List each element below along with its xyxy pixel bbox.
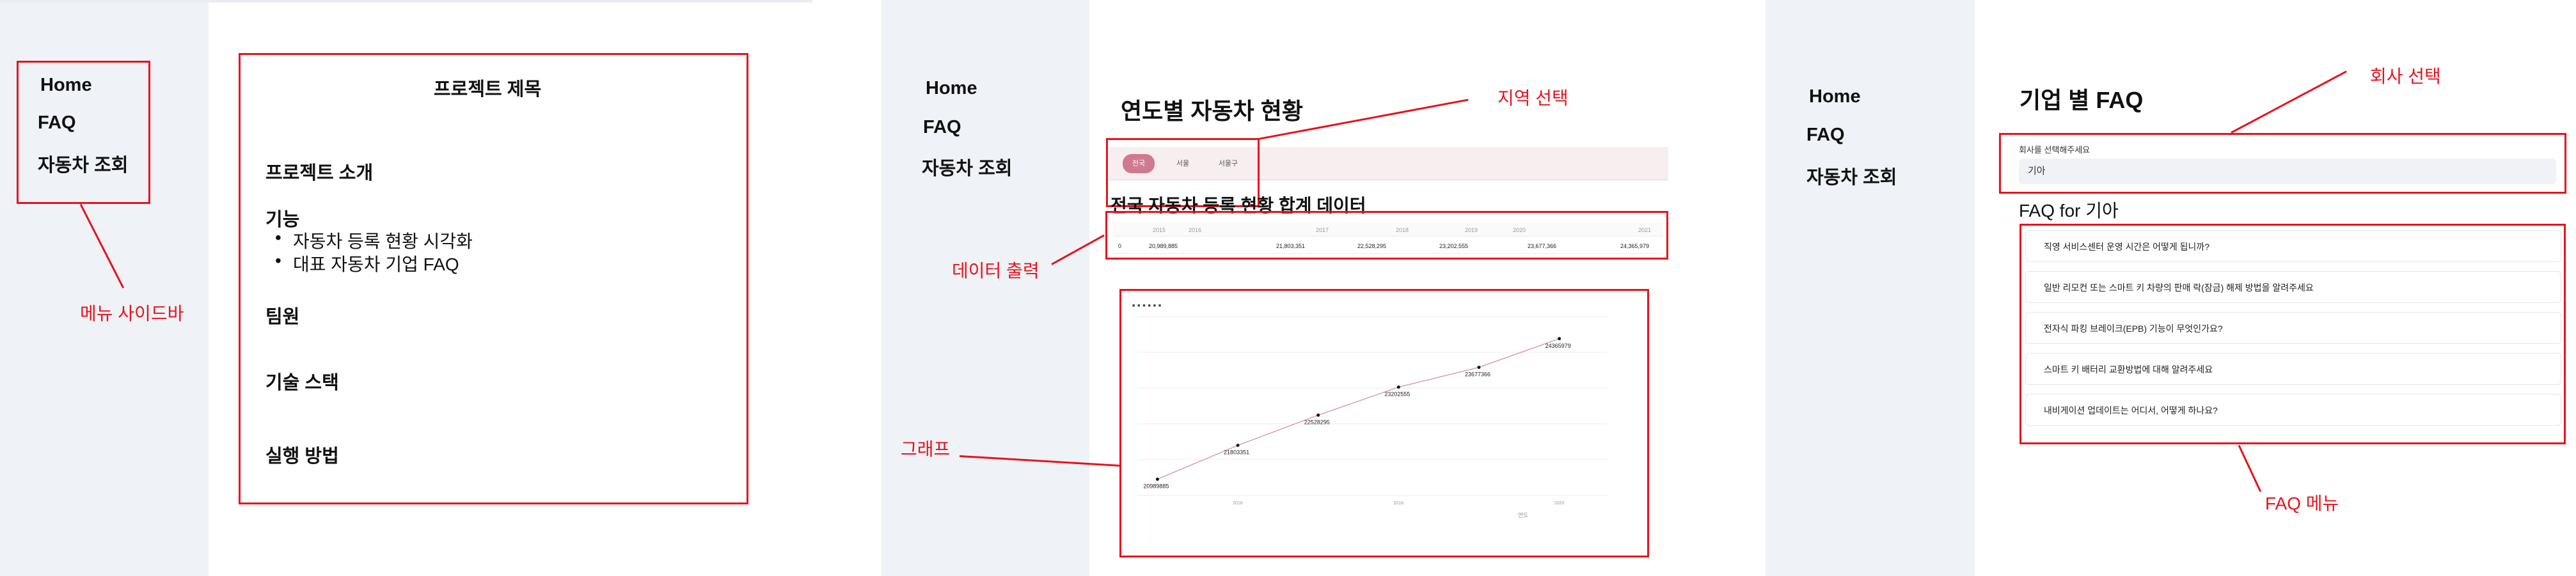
x-tick-label: 2018 (1394, 501, 1404, 506)
data-point (1396, 385, 1400, 389)
data-label: 24365979 (1545, 343, 1571, 349)
company-select-value: 기아 (2028, 166, 2046, 176)
annotation-graph: 그래프 (901, 439, 951, 459)
faq-heading-prefix: FAQ for (2019, 201, 2086, 221)
table-header: 2019 (1465, 227, 1478, 233)
data-point (1316, 413, 1320, 417)
table-divider (1113, 253, 1663, 254)
faq-heading: FAQ for 기아 (2019, 197, 2119, 222)
page-title: 기업 별 FAQ (2019, 87, 2144, 113)
select-label: 회사를 선택해주세요 (2019, 145, 2090, 155)
annotation-region-select: 지역 선택 (1497, 88, 1569, 108)
home-content-box (239, 53, 748, 504)
menu-sidebar-box (17, 61, 150, 204)
faq-item[interactable]: 직영 서비스센터 운영 시간은 어떻게 됩니까? (2025, 230, 2561, 262)
faq-item[interactable]: 내비게이션 업데이트는 어디서, 어떻게 하나요? (2025, 394, 2561, 426)
annotation-company-select: 회사 선택 (2370, 66, 2441, 86)
data-label: 23202555 (1384, 391, 1410, 398)
faq-heading-company: 기아 (2085, 201, 2119, 221)
series-line (1157, 338, 1560, 480)
table-header: 2017 (1316, 227, 1329, 233)
sidebar-item-car-search[interactable]: 자동차 조회 (922, 153, 1012, 180)
table-header: 2021 (1638, 227, 1652, 233)
data-point (1155, 478, 1159, 481)
section-intro: 프로젝트 소개 (265, 163, 374, 183)
table-header: 2018 (1396, 227, 1409, 233)
x-tick-label: 2016 (1233, 501, 1243, 506)
panel1-top-bar (0, 0, 812, 3)
table-cell: 21,803,351 (1276, 243, 1306, 249)
faq-item[interactable]: 전자식 파킹 브레이크(EPB) 기능이 무엇인가요? (2025, 312, 2561, 344)
x-tick-label: 2020 (1554, 501, 1565, 506)
faq-item[interactable]: 스마트 키 배터리 교환방법에 대해 알려주세요 (2025, 353, 2561, 385)
data-label: 21803351 (1224, 449, 1249, 456)
data-point (1477, 366, 1481, 370)
section-how-to-run: 실행 방법 (265, 446, 339, 467)
company-select[interactable] (2019, 159, 2556, 184)
data-label: 22528295 (1304, 419, 1330, 425)
line-chart: 20989885 21803351 22528295 23202555 23677366… (1137, 316, 1608, 518)
panel3-sidebar (1766, 0, 1975, 576)
data-label: 20989885 (1143, 483, 1169, 490)
sidebar-item-home[interactable]: Home (1809, 86, 1861, 107)
section-team: 팀원 (265, 307, 300, 327)
table-cell: 22,528,295 (1357, 243, 1387, 249)
table-header: 2016 (1189, 227, 1202, 233)
table-header: 2015 (1153, 227, 1166, 233)
data-label: 23677366 (1465, 371, 1490, 378)
section-tech-stack: 기술 스택 (265, 373, 339, 393)
feature-item: 대표 자동차 기업 FAQ (275, 251, 459, 276)
annotation-data-output: 데이터 출력 (952, 261, 1039, 281)
sidebar-item-faq[interactable]: FAQ (1806, 125, 1845, 146)
faq-item[interactable]: 일반 리모컨 또는 스마트 키 차량의 판매 락(잠금) 해제 방법을 알려주세… (2025, 271, 2561, 303)
x-axis-label: 연도 (1518, 512, 1529, 518)
table-cell: 23,677,366 (1528, 243, 1557, 249)
page-title: 프로젝트 제목 (434, 79, 542, 100)
page-title: 연도별 자동차 현황 (1121, 98, 1303, 124)
table-header: 2020 (1513, 227, 1526, 233)
table-cell: 24,365,979 (1620, 243, 1650, 249)
table-cell: 23,202,555 (1439, 243, 1469, 249)
sidebar-item-faq[interactable]: FAQ (923, 117, 961, 138)
table-cell: 20,989,885 (1149, 243, 1178, 249)
table-row-label: 0 (1118, 243, 1122, 249)
annotation-faq-menu: FAQ 메뉴 (2265, 494, 2339, 513)
data-point (1558, 337, 1561, 341)
annotation-menu-sidebar: 메뉴 사이드바 (80, 304, 184, 323)
sidebar-item-home[interactable]: Home (926, 78, 977, 99)
feature-item: 자동차 등록 현황 시각화 (275, 228, 473, 253)
sidebar-item-car-search[interactable]: 자동차 조회 (1806, 162, 1897, 189)
data-point (1236, 444, 1240, 448)
panel2-sidebar (881, 0, 1089, 576)
